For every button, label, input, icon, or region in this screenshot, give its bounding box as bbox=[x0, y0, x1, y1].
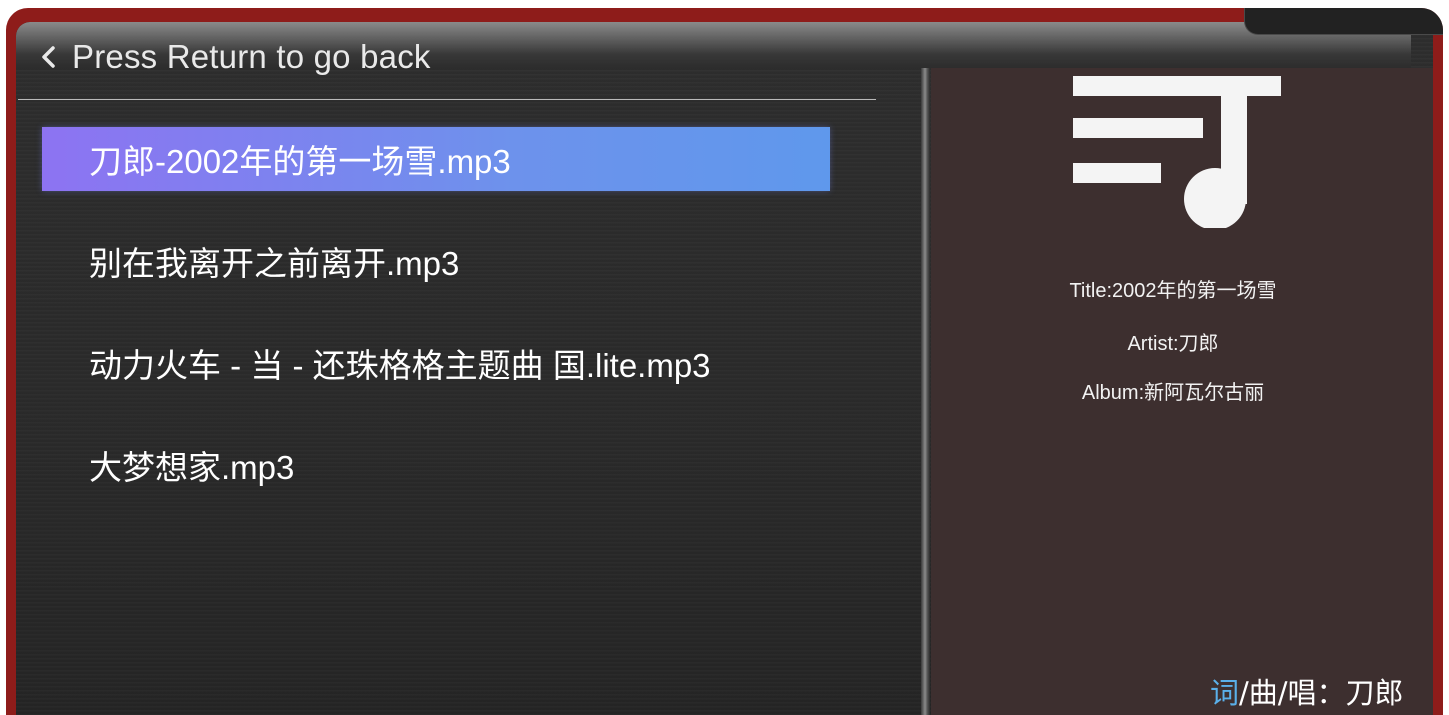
lyric-credit-lead: 词 bbox=[1210, 676, 1240, 710]
pane-divider bbox=[921, 68, 930, 715]
playlist-item-label: 大梦想家.mp3 bbox=[89, 449, 295, 486]
playlist-item-selected[interactable]: 刀郎-2002年的第一场雪.mp3 bbox=[42, 127, 830, 191]
back-button[interactable]: Press Return to go back bbox=[38, 38, 431, 76]
playlist-item-label: 刀郎-2002年的第一场雪.mp3 bbox=[89, 143, 511, 180]
playlist: 刀郎-2002年的第一场雪.mp3 别在我离开之前离开.mp3 动力火车 - 当… bbox=[42, 127, 830, 535]
playlist-item[interactable]: 动力火车 - 当 - 还珠格格主题曲 国.lite.mp3 bbox=[42, 331, 830, 395]
lyric-credit-rest: /曲/唱：刀郎 bbox=[1239, 676, 1404, 710]
music-playlist-icon bbox=[1073, 76, 1281, 228]
track-artist: Artist:刀郎 bbox=[1127, 333, 1219, 355]
chevron-left-icon bbox=[38, 45, 58, 69]
overlay-tag bbox=[1244, 8, 1443, 35]
back-label: Press Return to go back bbox=[72, 38, 431, 75]
playlist-item-label: 动力火车 - 当 - 还珠格格主题曲 国.lite.mp3 bbox=[89, 347, 711, 384]
playlist-item[interactable]: 大梦想家.mp3 bbox=[42, 433, 830, 497]
header-divider bbox=[18, 99, 876, 100]
playlist-item[interactable]: 别在我离开之前离开.mp3 bbox=[42, 229, 830, 293]
track-album: Album:新阿瓦尔古丽 bbox=[1081, 382, 1265, 404]
playlist-item-label: 别在我离开之前离开.mp3 bbox=[89, 245, 460, 282]
track-title: Title:2002年的第一场雪 bbox=[1069, 280, 1277, 302]
lyric-credit: 词/曲/唱：刀郎 bbox=[1210, 670, 1404, 712]
